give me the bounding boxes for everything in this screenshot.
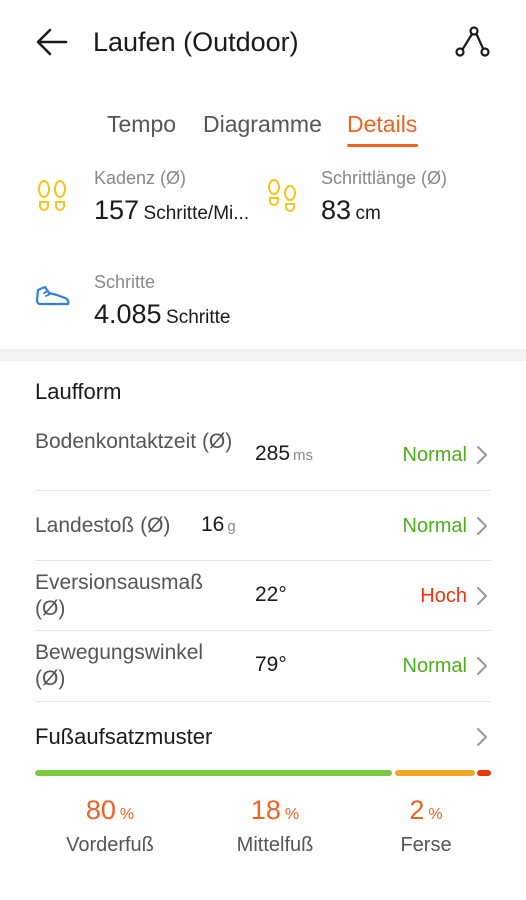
arrow-left-icon bbox=[36, 28, 68, 56]
shoe-icon bbox=[35, 282, 71, 315]
forefoot-percent-value: 80 bbox=[85, 795, 116, 825]
footprints-icon bbox=[36, 178, 68, 219]
footprints-icon bbox=[266, 178, 298, 219]
tab-diagramme[interactable]: Diagramme bbox=[203, 108, 322, 140]
chevron-right-icon bbox=[477, 657, 487, 675]
row-ground-contact[interactable]: Bodenkontaktzeit (Ø) 285 ms Normal bbox=[35, 420, 491, 491]
foot-strike-row[interactable]: Fußaufsatzmuster bbox=[35, 718, 491, 758]
forefoot-bar bbox=[35, 770, 392, 776]
stat-steps-unit: Schritte bbox=[166, 307, 231, 328]
stat-cadence-value: 157 bbox=[94, 195, 140, 225]
stat-cadence-label: Kadenz (Ø) bbox=[94, 168, 187, 188]
heel-percent-symbol: % bbox=[428, 806, 443, 823]
row-status: Normal bbox=[402, 444, 467, 466]
row-motion-angle[interactable]: Bewegungswinkel (Ø) 79° Normal bbox=[35, 631, 491, 702]
stat-stride-label: Schrittlänge (Ø) bbox=[321, 168, 448, 188]
row-label: Bodenkontaktzeit (Ø) bbox=[35, 430, 233, 453]
chevron-right-icon bbox=[477, 517, 487, 535]
row-value: 22° bbox=[255, 583, 287, 607]
stat-stride-unit: cm bbox=[355, 203, 381, 224]
route-icon bbox=[455, 26, 490, 57]
section-divider bbox=[0, 349, 526, 361]
row-value-unit: ms bbox=[293, 447, 314, 464]
row-value-number: 79° bbox=[255, 653, 287, 676]
forefoot-label: Vorderfuß bbox=[66, 834, 154, 856]
row-value-number: 22° bbox=[255, 583, 287, 606]
heel-bar bbox=[477, 770, 491, 776]
row-eversion[interactable]: Eversionsausmaß (Ø) 22° Hoch bbox=[35, 561, 491, 631]
midfoot-label: Mittelfuß bbox=[236, 834, 314, 856]
row-value: 285 ms bbox=[255, 442, 313, 466]
row-value: 79° bbox=[255, 653, 287, 677]
row-value-unit: g bbox=[227, 518, 236, 535]
midfoot-bar bbox=[395, 770, 475, 776]
app-header: Laufen (Outdoor) bbox=[0, 0, 526, 86]
row-status: Hoch bbox=[420, 585, 467, 607]
row-status: Normal bbox=[402, 515, 467, 537]
row-value: 16 g bbox=[201, 513, 236, 537]
forefoot-percent-symbol: % bbox=[119, 806, 135, 823]
row-landing-impact[interactable]: Landestoß (Ø) 16 g Normal bbox=[35, 491, 491, 561]
heel-label: Ferse bbox=[400, 834, 452, 856]
row-status: Normal bbox=[402, 655, 467, 677]
tab-tempo[interactable]: Tempo bbox=[107, 108, 176, 140]
row-label: Bewegungswinkel (Ø) bbox=[35, 641, 204, 690]
row-value-number: 285 bbox=[255, 442, 291, 465]
tab-details[interactable]: Details bbox=[347, 108, 417, 140]
running-form-title: Laufform bbox=[35, 379, 122, 404]
midfoot-percent: 18% bbox=[225, 795, 325, 826]
heel-percent-value: 2 bbox=[409, 795, 425, 825]
midfoot-percent-value: 18 bbox=[250, 795, 281, 825]
route-button[interactable] bbox=[452, 22, 492, 62]
back-button[interactable] bbox=[34, 24, 70, 60]
row-label: Eversionsausmaß (Ø) bbox=[35, 571, 204, 620]
stat-steps-value: 4.085 bbox=[94, 299, 162, 329]
chevron-right-icon bbox=[477, 728, 487, 746]
stat-stride: Schrittlänge (Ø) 83 cm bbox=[321, 167, 447, 226]
page-title: Laufen (Outdoor) bbox=[93, 27, 299, 57]
stat-cadence-unit: Schritte/Mi... bbox=[143, 203, 250, 224]
midfoot-percent-symbol: % bbox=[284, 806, 300, 823]
tab-bar: Tempo Diagramme Details bbox=[0, 108, 526, 148]
stat-cadence: Kadenz (Ø) 157 Schritte/Mi... bbox=[94, 167, 249, 226]
forefoot-percent: 80% bbox=[60, 795, 160, 826]
stat-steps-label: Schritte bbox=[94, 272, 156, 292]
active-tab-indicator bbox=[347, 144, 418, 147]
heel-percent: 2% bbox=[376, 795, 476, 826]
chevron-right-icon bbox=[477, 587, 487, 605]
foot-strike-title: Fußaufsatzmuster bbox=[35, 724, 213, 749]
stat-steps: Schritte 4.085 Schritte bbox=[94, 271, 230, 330]
row-value-number: 16 bbox=[201, 513, 225, 536]
stat-stride-value: 83 bbox=[321, 195, 352, 225]
row-label: Landestoß (Ø) bbox=[35, 514, 171, 537]
chevron-right-icon bbox=[477, 446, 487, 464]
